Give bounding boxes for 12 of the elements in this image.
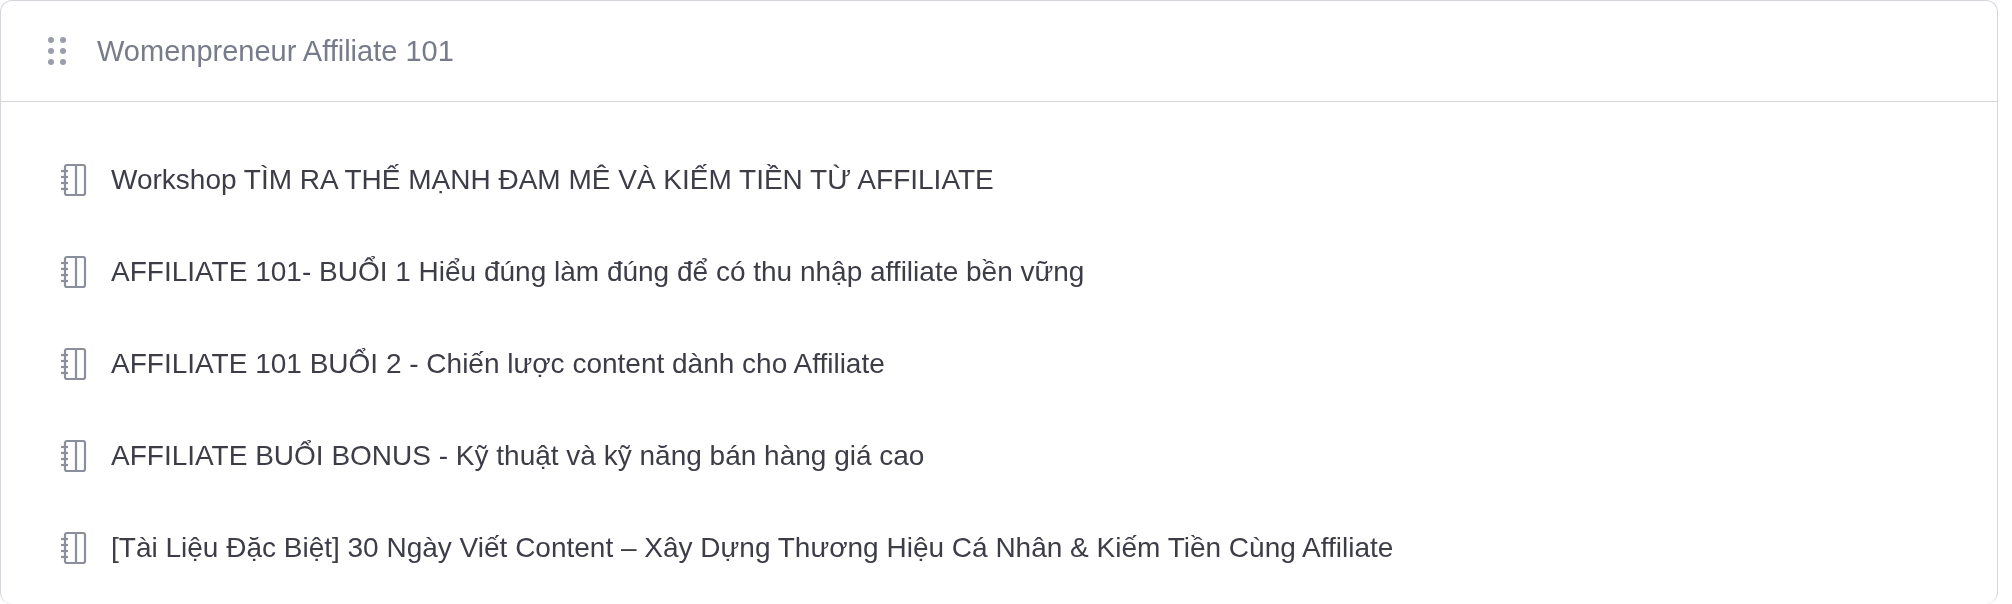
lesson-title[interactable]: [Tài Liệu Đặc Biệt] 30 Ngày Viết Content – Xây Dựng Thương Hiệu Cá Nhân & Kiếm Tiền Cùng Affiliate — [111, 532, 1394, 564]
notebook-icon — [59, 439, 89, 473]
lesson-title[interactable]: AFFILIATE BUỔI BONUS - Kỹ thuật và kỹ năng bán hàng giá cao — [111, 440, 925, 472]
lesson-title[interactable]: AFFILIATE 101 BUỔI 2 - Chiến lược content dành cho Affiliate — [111, 348, 885, 380]
notebook-icon — [59, 163, 89, 197]
notebook-icon — [59, 531, 89, 565]
section-title: Womenpreneur Affiliate 101 — [97, 34, 454, 68]
drag-handle-icon[interactable] — [47, 36, 67, 66]
notebook-icon — [59, 347, 89, 381]
lesson-title[interactable]: Workshop TÌM RA THẾ MẠNH ĐAM MÊ VÀ KIẾM TIỀN TỪ AFFILIATE — [111, 164, 994, 196]
lesson-title[interactable]: AFFILIATE 101- BUỔI 1 Hiểu đúng làm đúng để có thu nhập affiliate bền vững — [111, 256, 1085, 288]
notebook-icon — [59, 255, 89, 289]
